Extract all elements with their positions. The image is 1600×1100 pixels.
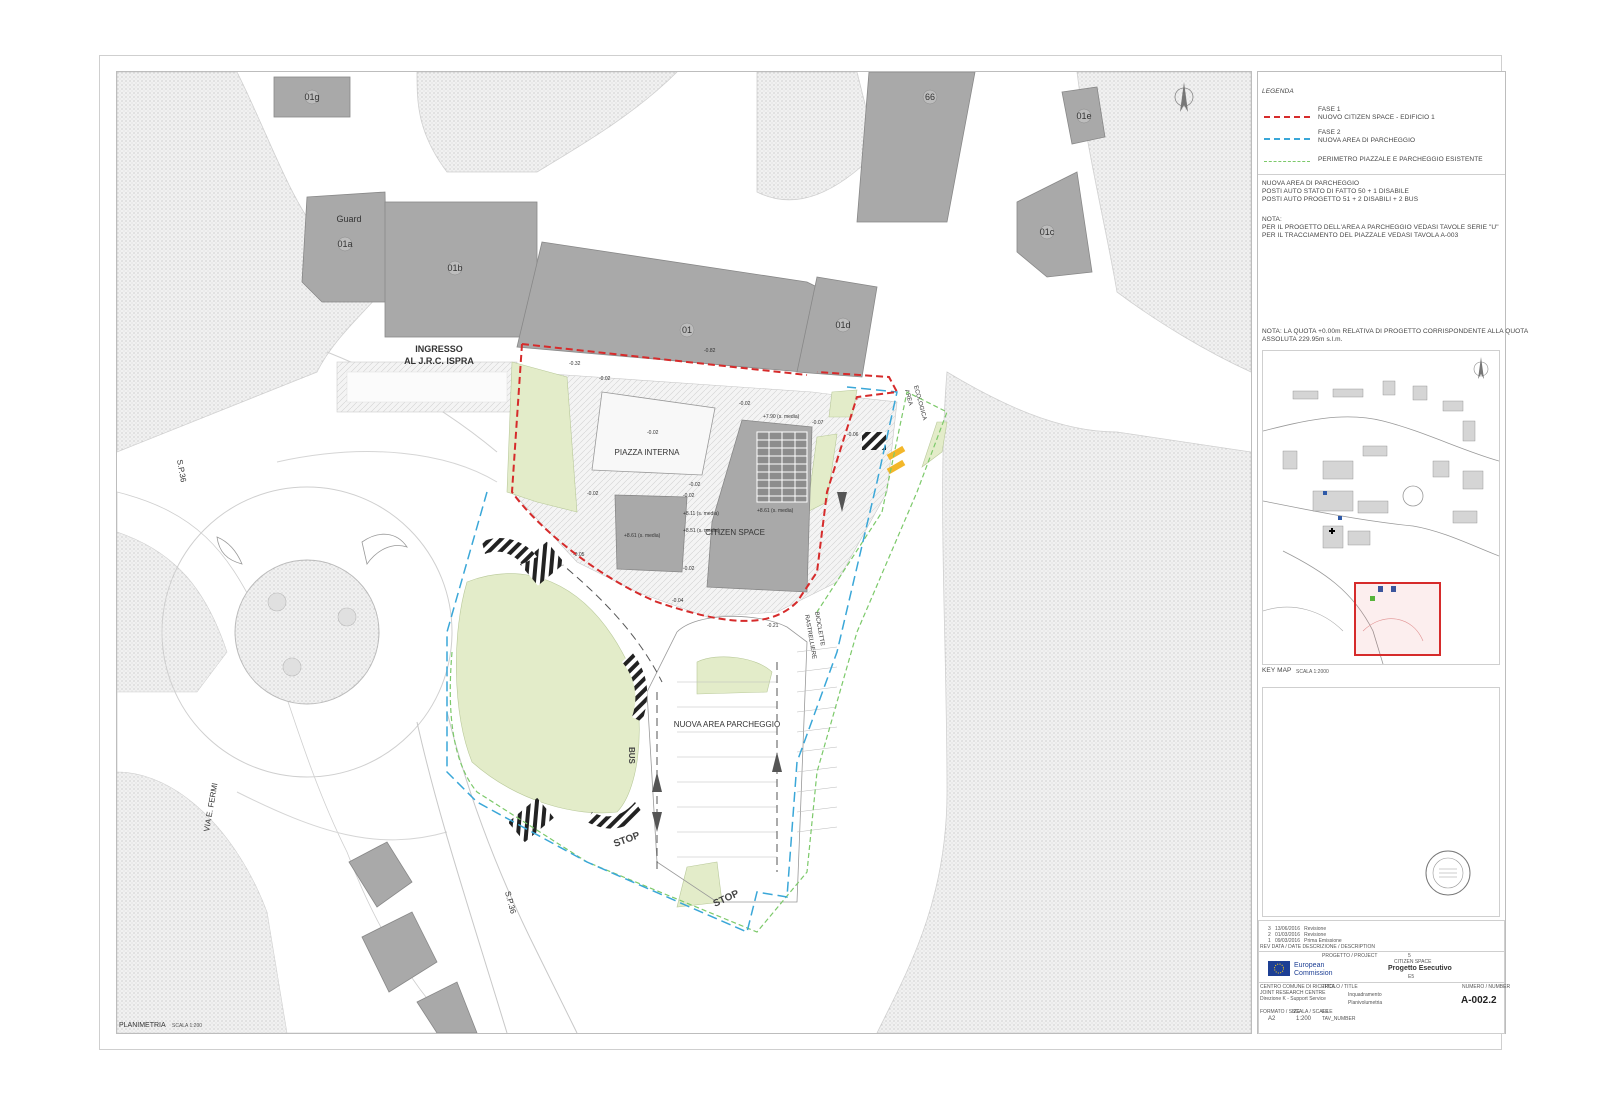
- ec-name-line2: Commission: [1294, 970, 1333, 977]
- file-label: FILE: [1322, 1009, 1333, 1015]
- titolo-label: TITOLO / TITLE: [1322, 984, 1358, 990]
- plan-footer-title: PLANIMETRIA: [119, 1022, 166, 1029]
- jrc-line3: Direzione K - Support Service: [1260, 996, 1326, 1002]
- file-value: TAV_NUMBER: [1322, 1016, 1356, 1022]
- label-guard: Guard: [336, 214, 361, 224]
- label-01d: 01d: [835, 320, 850, 330]
- label-01g: 01g: [304, 92, 319, 102]
- quota-note-line2: ASSOLUTA 229.95m s.l.m.: [1262, 336, 1343, 343]
- nota-line2: PER IL TRACCIAMENTO DEL PIAZZALE VEDASI …: [1262, 232, 1459, 239]
- green-area-east-1: [828, 389, 858, 418]
- key-map-drawing: [1263, 351, 1499, 664]
- project-phase: Progetto Esecutivo: [1388, 965, 1452, 972]
- parking-notes-title: NUOVA AREA DI PARCHEGGIO: [1262, 180, 1360, 187]
- elev-e10: -0.21: [767, 623, 779, 629]
- crossing-east: [862, 432, 886, 450]
- building-66: [856, 72, 976, 223]
- legend-phase2-swatch: [1264, 138, 1310, 140]
- parking-notes-line2: POSTI AUTO PROGETTO 51 + 2 DISABILI + 2 …: [1262, 196, 1419, 203]
- label-01: 01: [682, 325, 692, 335]
- area-ecologica-label-line2: ECOLOGICA: [912, 385, 927, 421]
- number-label: NUMERO / NUMBER: [1462, 984, 1511, 990]
- elev-e6: -0.02: [689, 482, 701, 488]
- piazza-interna-label: PIAZZA INTERNA: [615, 448, 681, 457]
- elev-e13: +8.11 (s. media): [683, 511, 719, 517]
- entrance-label-line2: AL J.R.C. ISPRA: [404, 356, 474, 366]
- format-value: A2: [1268, 1016, 1276, 1022]
- elev-e16: -0.02: [683, 493, 695, 499]
- area-ecologica-label-line1: AREA: [903, 389, 913, 406]
- elev-e5: -0.02: [587, 491, 599, 497]
- site-plan: 01g 66 01e Guard 01a 01b 01 01d 01c INGR…: [116, 71, 1252, 1034]
- curb-north: [482, 537, 537, 564]
- elev-e19: -0.07: [812, 420, 824, 426]
- project-label: PROGETTO / PROJECT: [1322, 953, 1378, 959]
- project-phase-code: E5: [1408, 974, 1415, 980]
- green-area-west: [506, 361, 578, 513]
- green-area-parking-top: [696, 656, 773, 695]
- elev-e15: +8.61 (s. media): [757, 508, 794, 514]
- nota-title: NOTA:: [1262, 216, 1282, 223]
- elev-e17: -0.02: [683, 566, 695, 572]
- plan-footer-scale: SCALA 1:200: [172, 1023, 202, 1029]
- rastrelliere-label-line2: BICICLETTE: [813, 611, 825, 646]
- nota-line1: PER IL PROGETTO DELL'AREA A PARCHEGGIO V…: [1262, 224, 1499, 231]
- elev-e9: -0.06: [847, 432, 859, 438]
- scale-value: 1:200: [1296, 1016, 1312, 1022]
- building-01c: [1016, 171, 1093, 278]
- legend-phase1-line2: NUOVO CITIZEN SPACE - EDIFICIO 1: [1318, 114, 1435, 121]
- label-01e: 01e: [1076, 111, 1091, 121]
- titolo-line2: Planivolumetria: [1348, 1000, 1383, 1006]
- elev-e1: -0.82: [704, 348, 716, 354]
- legend-phase1-swatch: [1264, 116, 1310, 118]
- crossing-south: [508, 797, 554, 843]
- elev-e3: -0.02: [739, 401, 751, 407]
- legend-phase2-line1: FASE 2: [1318, 129, 1341, 136]
- key-map-scale: SCALA 1:2000: [1296, 669, 1329, 675]
- road-sp36-top: S.P.36: [175, 459, 188, 484]
- legend-phase2-line2: NUOVA AREA DI PARCHEGGIO: [1318, 137, 1416, 144]
- legend-existing-line1: PERIMETRO PIAZZALE E PARCHEGGIO ESISTENT…: [1318, 156, 1483, 163]
- key-map-label: KEY MAP: [1262, 667, 1292, 674]
- label-66: 66: [925, 92, 935, 102]
- parking-label: NUOVA AREA PARCHEGGIO: [674, 720, 780, 729]
- legend-heading: LEGENDA: [1262, 88, 1294, 95]
- ec-name-line1: European: [1294, 962, 1325, 969]
- label-01b: 01b: [447, 263, 462, 273]
- entrance-label-line1: INGRESSO: [415, 344, 463, 354]
- stamp-box: [1262, 687, 1500, 917]
- site-plan-drawing: 01g 66 01e Guard 01a 01b 01 01d 01c INGR…: [117, 72, 1251, 1033]
- parking-notes-line1: POSTI AUTO STATO DI FATTO 50 + 1 DISABIL…: [1262, 188, 1409, 195]
- revision-header: REV DATA / DATE DESCRIZIONE / DESCRIPTIO…: [1260, 944, 1376, 950]
- building-01: [516, 241, 818, 373]
- elev-e7: -0.04: [672, 598, 684, 604]
- quota-note-line1: NOTA: LA QUOTA +0.00m RELATIVA DI PROGET…: [1262, 328, 1529, 335]
- titolo-line1: Inquadramento: [1348, 992, 1382, 998]
- elev-e4: -0.02: [647, 430, 659, 436]
- elev-e11: +7.90 (s. media): [763, 414, 800, 420]
- road-sp36-bottom: S.P.36: [503, 890, 518, 915]
- label-01a: 01a: [337, 239, 352, 249]
- eu-flag-icon: [1268, 961, 1290, 976]
- bus-marking: BUS: [627, 747, 636, 765]
- elev-e14: +8.51 (s. media): [683, 528, 720, 534]
- stop-marking-1: STOP: [612, 830, 641, 850]
- key-map: [1262, 350, 1500, 665]
- elev-e18: -0.32: [569, 361, 581, 367]
- drawing-number: A-002.2: [1461, 995, 1497, 1006]
- legend-existing-swatch: [1264, 161, 1310, 162]
- legend-panel: LEGENDA FASE 1 NUOVO CITIZEN SPACE - EDI…: [1257, 71, 1528, 1034]
- label-01c: 01c: [1040, 227, 1055, 237]
- title-block: 3 13/06/2016 Revisione 2 01/03/2016 Revi…: [1258, 920, 1510, 1034]
- elev-e12: +8.61 (s. media): [624, 533, 661, 539]
- elev-e2: -0.02: [599, 376, 611, 382]
- legend-phase1-line1: FASE 1: [1318, 106, 1341, 113]
- green-area-south: [456, 573, 640, 814]
- professional-stamp-icon: [1425, 850, 1471, 896]
